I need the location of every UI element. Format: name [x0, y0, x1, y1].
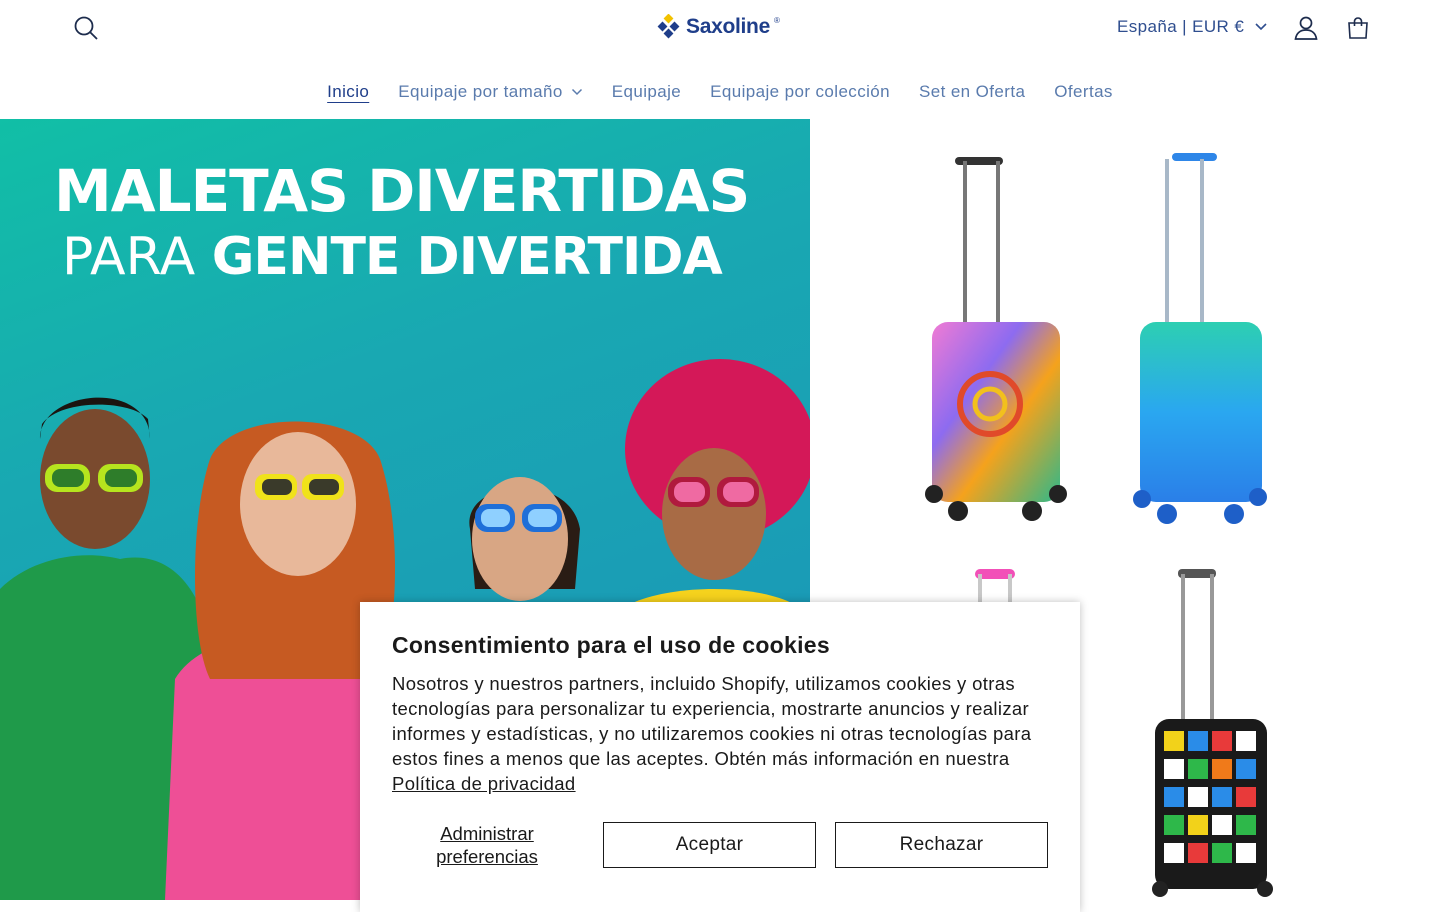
- locale-label: España | EUR €: [1117, 17, 1245, 36]
- cookie-body: Nosotros y nuestros partners, incluido S…: [392, 671, 1048, 796]
- account-icon: [1294, 16, 1318, 40]
- cookie-body-text: Nosotros y nuestros partners, incluido S…: [392, 673, 1032, 769]
- chevron-down-icon: [1255, 23, 1267, 31]
- cookie-actions: Administrar preferencias Aceptar Rechaza…: [392, 822, 1048, 868]
- locale-selector[interactable]: España | EUR €: [1117, 17, 1268, 37]
- nav-item-inicio[interactable]: Inicio: [313, 82, 384, 102]
- search-icon: [74, 16, 98, 40]
- nav-item-equipaje-por-tamano[interactable]: Equipaje por tamaño: [384, 82, 598, 102]
- nav-item-label: Inicio: [327, 82, 370, 101]
- nav-item-label: Equipaje por tamaño: [398, 82, 563, 101]
- nav-item-equipaje-por-coleccion[interactable]: Equipaje por colección: [696, 82, 905, 102]
- search-button[interactable]: [72, 14, 100, 42]
- nav-item-equipaje[interactable]: Equipaje: [597, 82, 695, 102]
- brand-logo[interactable]: Saxoline ®: [656, 12, 780, 42]
- nav-item-label: Equipaje: [611, 82, 682, 101]
- nav-item-set-en-oferta[interactable]: Set en Oferta: [904, 82, 1039, 102]
- brand-reg-mark: ®: [773, 16, 780, 25]
- chevron-down-icon: [571, 88, 582, 96]
- site-header: Saxoline ® España | EUR € Inicio Equipaj…: [0, 0, 1440, 119]
- cookie-title: Consentimiento para el uso de cookies: [392, 632, 830, 658]
- nav-item-ofertas[interactable]: Ofertas: [1040, 82, 1128, 102]
- cookie-consent-dialog: Consentimiento para el uso de cookies No…: [360, 602, 1080, 912]
- account-button[interactable]: [1293, 15, 1319, 41]
- manage-preferences-link[interactable]: Administrar preferencias: [392, 822, 582, 868]
- nav-item-label: Ofertas: [1054, 82, 1113, 101]
- brand-name: Saxoline: [686, 15, 770, 38]
- cart-icon: [1348, 17, 1368, 39]
- nav-item-label: Set en Oferta: [918, 82, 1026, 101]
- cart-button[interactable]: [1346, 16, 1370, 40]
- logo-diamond-icon: [657, 14, 680, 39]
- reject-button[interactable]: Rechazar: [835, 822, 1048, 868]
- nav-item-label: Equipaje por colección: [710, 82, 890, 101]
- privacy-policy-link[interactable]: Política de privacidad: [392, 773, 576, 794]
- main-nav: Inicio Equipaje por tamaño Equipaje Equi…: [0, 82, 1440, 102]
- accept-button[interactable]: Aceptar: [603, 822, 816, 868]
